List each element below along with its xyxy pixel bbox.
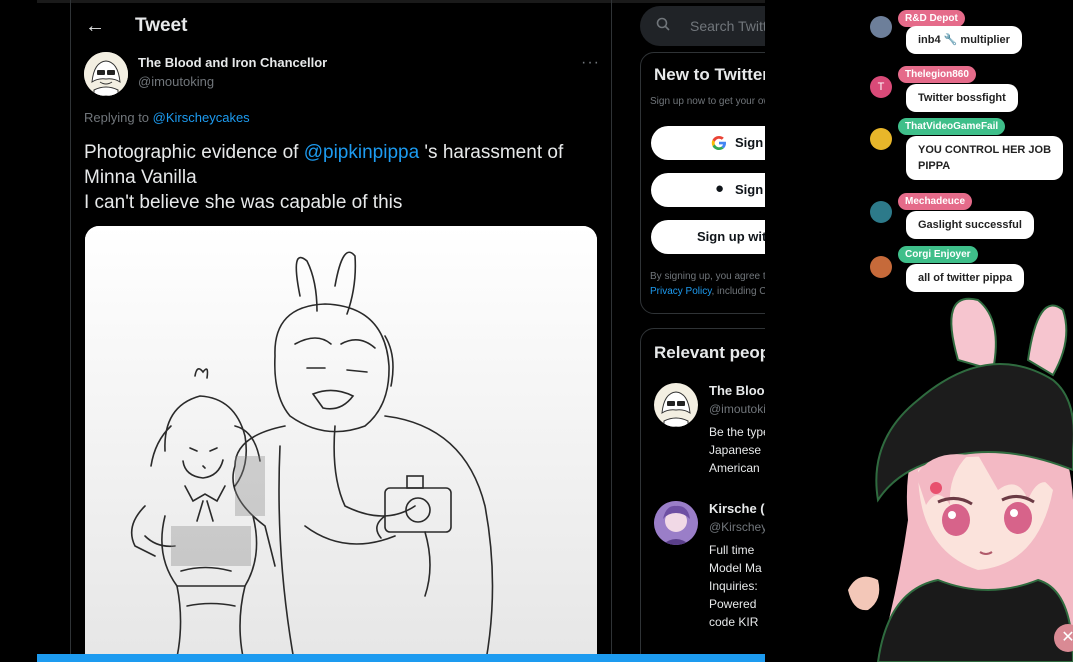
twitter-window: ← Tweet The Blood and Iron Chancellor @i… (37, 0, 765, 662)
bio-line: Model Ma (709, 561, 762, 575)
search-input[interactable]: Search Twitter (690, 18, 765, 34)
tweet-text: Photographic evidence of @pipkinpippa 's… (84, 140, 604, 215)
chat-text: all of twitter pippa (906, 264, 1025, 292)
author-name[interactable]: The Blood and Iron Chancellor (138, 55, 327, 70)
author-handle[interactable]: @imoutoking (138, 74, 214, 89)
signup-legal-text: By signing up, you agree to the Terms of… (650, 269, 765, 299)
chat-text: Gaslight successful (906, 211, 1034, 239)
chat-text: inb4 🔧 multiplier (906, 26, 1022, 54)
signup-subtitle: Sign up now to get your own personalized… (650, 96, 765, 107)
signup-google-label: Sign up with Google (735, 135, 765, 150)
bio-line: code KIR (709, 615, 759, 629)
signup-google-button[interactable]: Sign up with Google (651, 126, 765, 160)
replying-to-link[interactable]: @Kirscheycakes (153, 110, 250, 125)
google-icon (711, 136, 726, 150)
chat-user-avatar: T (870, 76, 892, 98)
author-avatar[interactable] (84, 52, 128, 96)
person-name[interactable]: Kirsche ( (709, 501, 765, 516)
tweet-column: ← Tweet The Blood and Iron Chancellor @i… (70, 0, 612, 662)
person-bio: Be the type of Japanese American (709, 423, 765, 477)
right-sidebar: Search Twitter New to Twitter? Sign up n… (640, 0, 765, 662)
chat-text: PIPPA (918, 160, 951, 172)
bio-line: Powered (709, 597, 757, 611)
chat-user-avatar (870, 128, 892, 150)
page-title: Tweet (135, 15, 188, 36)
signup-title: New to Twitter? (654, 65, 765, 84)
bio-line: Inquiries: (709, 579, 758, 593)
chat-username: Thelegion860 (898, 66, 976, 83)
chat-username: Corgi Enjoyer (898, 246, 978, 263)
relevant-people-card: Relevant people The Blood and Iron Chanc… (640, 328, 765, 662)
signup-apple-label: Sign up with Apple (735, 182, 765, 197)
chat-username: ThatVideoGameFail (898, 118, 1006, 135)
tweet-image[interactable] (85, 226, 597, 662)
signup-card: New to Twitter? Sign up now to get your … (640, 52, 765, 314)
signup-phone-label: Sign up with phone or email (697, 229, 765, 244)
person-handle[interactable]: @Kirscheycakes (709, 520, 765, 534)
streamer-avatar (838, 290, 1073, 662)
video-progress-bar[interactable] (37, 654, 765, 662)
tweet-text-start: Photographic evidence of (84, 142, 299, 163)
person-avatar[interactable] (654, 383, 698, 427)
chat-text: YOU CONTROL HER JOB (918, 144, 1052, 156)
legal-line2: , including Cookie Use. (711, 286, 766, 297)
tweet-header: ← Tweet (71, 0, 611, 53)
replying-to-prefix: Replying to (84, 110, 150, 125)
person-bio: Full time Model Ma Inquiries: Powered co… (709, 541, 762, 631)
search-box[interactable]: Search Twitter (640, 6, 765, 46)
bio-line: Full time (709, 543, 755, 557)
chat-user-avatar (870, 201, 892, 223)
streamer-avatar-drawing (848, 297, 1073, 662)
privacy-policy-link[interactable]: Privacy Policy (650, 286, 712, 297)
signup-apple-button[interactable]: ● Sign up with Apple (651, 173, 765, 207)
legal-line1: By signing up, you agree to the Terms of… (650, 271, 765, 282)
sketch-illustration (85, 226, 597, 662)
chat-username: Mechadeuce (898, 193, 973, 210)
person-name[interactable]: The Blood and Iron Chancellor (709, 383, 765, 398)
person-handle[interactable]: @imoutoking (709, 402, 765, 416)
author-avatar-drawing (84, 52, 128, 96)
chat-text: Twitter bossfight (906, 84, 1018, 112)
bio-line: Be the type of (709, 425, 765, 439)
replying-to-line: Replying to @Kirscheycakes (84, 110, 250, 125)
relevant-title: Relevant people (654, 343, 765, 362)
signup-phone-button[interactable]: Sign up with phone or email (651, 220, 765, 254)
tweet-text-line2: I can't believe she was capable of this (84, 192, 403, 213)
person-avatar-drawing (654, 501, 698, 545)
tweet-mention-link[interactable]: @pipkinpippa (304, 142, 419, 163)
more-options-icon[interactable]: ··· (581, 54, 600, 72)
person-avatar[interactable] (654, 501, 698, 545)
chat-user-avatar (870, 16, 892, 38)
search-icon (656, 17, 670, 31)
bio-line: Japanese (709, 443, 762, 457)
chat-user-avatar (870, 256, 892, 278)
bio-line: American (709, 461, 760, 475)
back-arrow-icon[interactable]: ← (85, 14, 105, 38)
apple-icon: ● (715, 180, 725, 197)
chat-text-bubble: YOU CONTROL HER JOB PIPPA (906, 136, 1064, 180)
person-avatar-drawing (661, 391, 691, 427)
chat-username: R&D Depot (898, 10, 965, 27)
